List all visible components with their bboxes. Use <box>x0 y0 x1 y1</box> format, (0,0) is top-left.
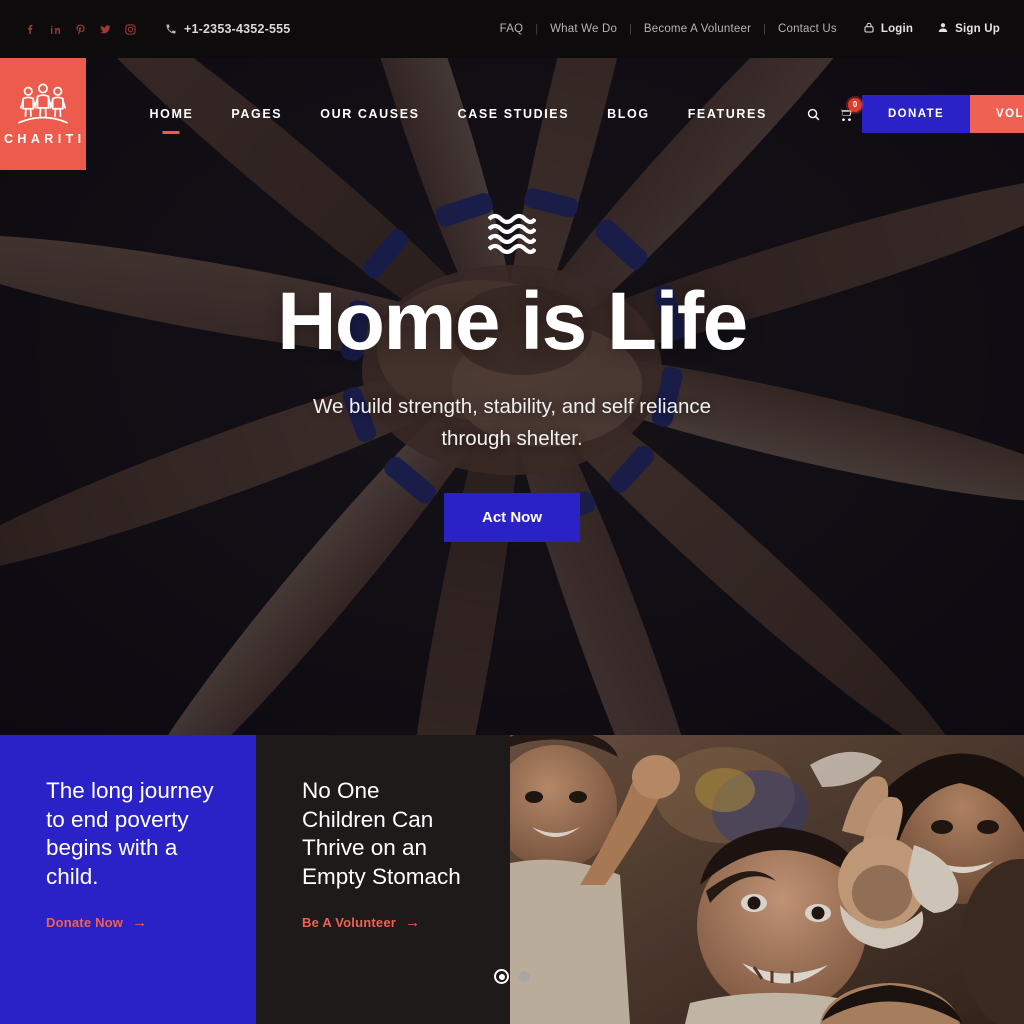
charity-people-icon <box>17 83 68 124</box>
pinterest-icon[interactable] <box>68 17 93 41</box>
signup-link[interactable]: Sign Up <box>923 21 1010 37</box>
logo[interactable]: CHARITI <box>0 58 86 170</box>
nav-item-features[interactable]: FEATURES <box>669 107 786 121</box>
top-link-faq[interactable]: FAQ <box>488 23 536 35</box>
top-link-become-a-volunteer[interactable]: Become A Volunteer <box>632 23 763 35</box>
page-root: Home is Life We build strength, stabilit… <box>0 0 1024 1024</box>
main-nav: HOME PAGES OUR CAUSES CASE STUDIES BLOG … <box>131 58 786 170</box>
children-photo <box>510 735 1024 1024</box>
cart-count-badge: 0 <box>847 98 862 112</box>
logo-text: CHARITI <box>4 132 86 146</box>
lock-icon <box>863 21 875 37</box>
linkedin-icon[interactable] <box>43 17 68 41</box>
top-link-what-we-do[interactable]: What We Do <box>538 23 629 35</box>
donate-now-label: Donate Now <box>46 915 124 931</box>
panel-donate: The long journey to end poverty begins w… <box>0 735 256 1024</box>
panel-children-photo <box>510 735 1024 1024</box>
volunteer-button[interactable]: VOLUNTEER <box>970 95 1024 133</box>
cart-icon[interactable]: 0 <box>830 98 862 130</box>
top-nav: FAQ | What We Do | Become A Volunteer | … <box>488 21 1010 37</box>
carousel-dot-1[interactable] <box>494 969 509 984</box>
social-links <box>18 17 143 41</box>
nav-item-case-studies[interactable]: CASE STUDIES <box>439 107 589 121</box>
carousel-dot-2[interactable] <box>519 971 530 982</box>
phone-icon <box>165 23 177 35</box>
be-a-volunteer-label: Be A Volunteer <box>302 915 397 931</box>
signup-label: Sign Up <box>955 23 1000 35</box>
twitter-icon[interactable] <box>93 17 118 41</box>
hero-title: Home is Life <box>277 276 748 368</box>
be-a-volunteer-link[interactable]: Be A Volunteer → <box>302 915 420 930</box>
user-icon <box>937 21 949 37</box>
nav-item-home[interactable]: HOME <box>131 107 213 121</box>
login-label: Login <box>880 23 914 35</box>
site-header: CHARITI HOME PAGES OUR CAUSES CASE STUDI… <box>0 58 1024 170</box>
top-bar: +1-2353-4352-555 FAQ | What We Do | Beco… <box>0 0 1024 58</box>
phone-text: +1-2353-4352-555 <box>184 22 291 36</box>
search-icon[interactable] <box>798 98 830 130</box>
panel-volunteer-heading: No One Children Can Thrive on an Empty S… <box>302 778 461 889</box>
top-link-contact-us[interactable]: Contact Us <box>766 23 849 35</box>
header-actions: DONATE VOLUNTEER <box>861 58 1024 170</box>
instagram-icon[interactable] <box>118 17 143 41</box>
carousel-dots <box>494 969 530 984</box>
phone-number: +1-2353-4352-555 <box>165 22 290 36</box>
header-tools: 0 <box>798 58 862 170</box>
donate-button[interactable]: DONATE <box>861 95 971 133</box>
nav-item-pages[interactable]: PAGES <box>212 107 301 121</box>
hero-subtitle: We build strength, stability, and self r… <box>312 395 712 450</box>
donate-now-link[interactable]: Donate Now → <box>46 915 147 930</box>
facebook-icon[interactable] <box>18 17 43 41</box>
login-link[interactable]: Login <box>849 21 923 37</box>
arrow-right-icon: → <box>132 914 148 932</box>
wave-divider-icon <box>488 214 536 255</box>
panel-volunteer: No One Children Can Thrive on an Empty S… <box>256 735 510 1024</box>
act-now-button[interactable]: Act Now <box>444 492 580 542</box>
panel-donate-heading: The long journey to end poverty begins w… <box>46 778 214 889</box>
nav-item-blog[interactable]: BLOG <box>588 107 669 121</box>
arrow-right-icon: → <box>405 914 421 932</box>
nav-item-our-causes[interactable]: OUR CAUSES <box>301 107 438 121</box>
